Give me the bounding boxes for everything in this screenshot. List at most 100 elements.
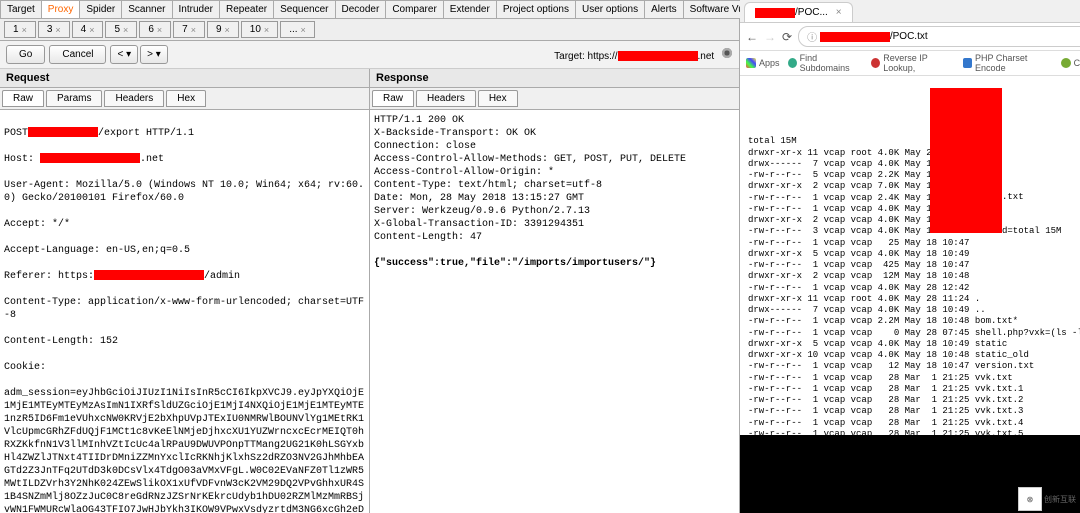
response-line: X-Backside-Transport: OK OK (374, 127, 735, 140)
top-tab-spider[interactable]: Spider (79, 0, 122, 18)
repeater-tab-1[interactable]: 1× (4, 21, 36, 38)
listing-line: -rw-r--r-- 1 vcap vcap 12 May 18 10:47 v… (748, 361, 1080, 372)
url-input[interactable]: ⓘ /POC.txt I (798, 26, 1080, 47)
prev-button[interactable]: < ▾ (110, 45, 138, 64)
forward-icon[interactable]: → (764, 30, 776, 44)
top-tab-proxy[interactable]: Proxy (41, 0, 81, 18)
repeater-tab-3[interactable]: 3× (38, 21, 70, 38)
watermark: ⊗ 创新互联 (1018, 487, 1076, 511)
gear-icon[interactable] (721, 47, 733, 59)
page-content[interactable]: .txt d=total 15M total 15Mdrwxr-xr-x 11 … (740, 76, 1080, 435)
response-line: Access-Control-Allow-Origin: * (374, 166, 735, 179)
top-tab-decoder[interactable]: Decoder (335, 0, 387, 18)
bookmark-bar: Apps Find Subdomains Reverse IP Lookup, … (740, 51, 1080, 76)
repeater-tab-5[interactable]: 5× (105, 21, 137, 38)
listing-line: -rw-r--r-- 1 vcap vcap 4.0K May 28 12:42 (748, 283, 1080, 294)
top-tab-intruder[interactable]: Intruder (172, 0, 220, 18)
redacted-host (618, 51, 698, 61)
top-tab-scanner[interactable]: Scanner (121, 0, 172, 18)
top-tab-target[interactable]: Target (0, 0, 42, 18)
response-line: HTTP/1.1 200 OK (374, 114, 735, 127)
listing-line: -rw-r--r-- 1 vcap vcap 28 Mar 1 21:25 vv… (748, 384, 1080, 395)
request-header: Request (0, 69, 369, 88)
close-tab-icon[interactable]: × (836, 7, 842, 18)
listing-line: -rw-r--r-- 1 vcap vcap 28 Mar 1 21:25 vv… (748, 406, 1080, 417)
listing-line: -rw-r--r-- 1 vcap vcap 4.0K May 18 10:49 (748, 204, 1080, 215)
listing-line: drwx------ 7 vcap vcap 4.0K May 18 10:49… (748, 305, 1080, 316)
listing-line: drwxr-xr-x 2 vcap vcap 7.0K May 18 10:47 (748, 181, 1080, 192)
close-icon[interactable]: × (55, 25, 60, 35)
close-icon[interactable]: × (22, 25, 27, 35)
top-tab-extender[interactable]: Extender (443, 0, 497, 18)
close-icon[interactable]: × (191, 25, 196, 35)
repeater-tab-9[interactable]: 9× (207, 21, 239, 38)
reload-icon[interactable]: ⟳ (782, 30, 792, 44)
listing-line: drwxr-xr-x 10 vcap vcap 4.0K May 18 10:4… (748, 350, 1080, 361)
redacted-block (930, 88, 1002, 233)
response-line: Content-Length: 47 (374, 231, 735, 244)
listing-line: -rw-r--r-- 1 vcap vcap 28 Mar 1 21:25 vv… (748, 395, 1080, 406)
response-subtabs: RawHeadersHex (370, 88, 739, 110)
request-subtab-headers[interactable]: Headers (104, 90, 164, 107)
response-subtab-hex[interactable]: Hex (478, 90, 518, 107)
close-icon[interactable]: × (301, 25, 306, 35)
repeater-tab-6[interactable]: 6× (139, 21, 171, 38)
next-button[interactable]: > ▾ (140, 45, 168, 64)
request-subtab-hex[interactable]: Hex (166, 90, 206, 107)
listing-line: drwxr-xr-x 2 vcap vcap 4.0K May 18 10:49 (748, 215, 1080, 226)
listing-line: total 15M (748, 136, 1080, 147)
response-line: Content-Type: text/html; charset=utf-8 (374, 179, 735, 192)
response-subtab-raw[interactable]: Raw (372, 90, 414, 107)
close-icon[interactable]: × (157, 25, 162, 35)
listing-line: -rw-r--r-- 1 vcap vcap 28 Mar 1 21:25 vv… (748, 418, 1080, 429)
php-charset-bookmark[interactable]: PHP Charset Encode (963, 53, 1053, 73)
back-icon[interactable]: ← (746, 30, 758, 44)
repeater-tab-...[interactable]: ...× (280, 21, 315, 38)
response-line: X-Global-Transaction-ID: 3391294351 (374, 218, 735, 231)
top-tab-repeater[interactable]: Repeater (219, 0, 274, 18)
top-tab-sequencer[interactable]: Sequencer (273, 0, 335, 18)
listing-line: -rw-r--r-- 5 vcap vcap 2.2K May 18 10:48 (748, 170, 1080, 181)
close-icon[interactable]: × (123, 25, 128, 35)
repeater-tab-4[interactable]: 4× (72, 21, 104, 38)
listing-line: -rw-r--r-- 1 vcap vcap 2.4K May 18 10:47 (748, 193, 1080, 204)
request-subtab-raw[interactable]: Raw (2, 90, 44, 107)
top-tab-user-options[interactable]: User options (575, 0, 645, 18)
top-tab-comparer[interactable]: Comparer (385, 0, 443, 18)
create-bookmark[interactable]: Creat (1061, 58, 1080, 68)
listing-line: drwxr-xr-x 11 vcap root 4.0K May 28 13:1… (748, 148, 1080, 159)
request-subtab-params[interactable]: Params (46, 90, 102, 107)
burp-panel: TargetProxySpiderScannerIntruderRepeater… (0, 0, 740, 513)
request-raw[interactable]: POST/export HTTP/1.1 Host: .net User-Age… (0, 110, 369, 513)
browser-tabstrip: /POC... × (740, 0, 1080, 23)
listing-line: drwxr-xr-x 5 vcap vcap 4.0K May 18 10:49 (748, 249, 1080, 260)
close-icon[interactable]: × (225, 25, 230, 35)
repeater-tab-10[interactable]: 10× (241, 21, 278, 38)
close-icon[interactable]: × (264, 25, 269, 35)
response-raw[interactable]: HTTP/1.1 200 OKX-Backside-Transport: OK … (370, 110, 739, 513)
go-button[interactable]: Go (6, 45, 45, 64)
browser-panel: /POC... × ← → ⟳ ⓘ /POC.txt I Apps Find S… (740, 0, 1080, 513)
listing-line: drwx------ 7 vcap vcap 4.0K May 18 10:49… (748, 159, 1080, 170)
reverse-ip-bookmark[interactable]: Reverse IP Lookup, (871, 53, 955, 73)
address-bar: ← → ⟳ ⓘ /POC.txt I (740, 23, 1080, 51)
response-pane: Response RawHeadersHex HTTP/1.1 200 OKX-… (370, 69, 739, 513)
repeater-tab-7[interactable]: 7× (173, 21, 205, 38)
listing-line: -rw-r--r-- 1 vcap vcap 25 May 18 10:47 (748, 238, 1080, 249)
cancel-button[interactable]: Cancel (49, 45, 106, 64)
response-subtab-headers[interactable]: Headers (416, 90, 476, 107)
top-tab-project-options[interactable]: Project options (496, 0, 576, 18)
response-line: Connection: close (374, 140, 735, 153)
response-header: Response (370, 69, 739, 88)
request-subtabs: RawParamsHeadersHex (0, 88, 369, 110)
browser-tab[interactable]: /POC... × (744, 2, 853, 22)
find-subdomains-bookmark[interactable]: Find Subdomains (788, 53, 864, 73)
close-icon[interactable]: × (89, 25, 94, 35)
response-line: Access-Control-Allow-Methods: GET, POST,… (374, 153, 735, 166)
listing-line: -rw-r--r-- 1 vcap vcap 28 Mar 1 21:25 vv… (748, 429, 1080, 435)
listing-line: -rw-r--r-- 1 vcap vcap 2.2M May 18 10:48… (748, 316, 1080, 327)
target-label: Target: https://.net (554, 47, 733, 62)
action-bar: Go Cancel < ▾ > ▾ Target: https://.net (0, 41, 739, 69)
top-tab-alerts[interactable]: Alerts (644, 0, 684, 18)
apps-button[interactable]: Apps (746, 58, 780, 68)
